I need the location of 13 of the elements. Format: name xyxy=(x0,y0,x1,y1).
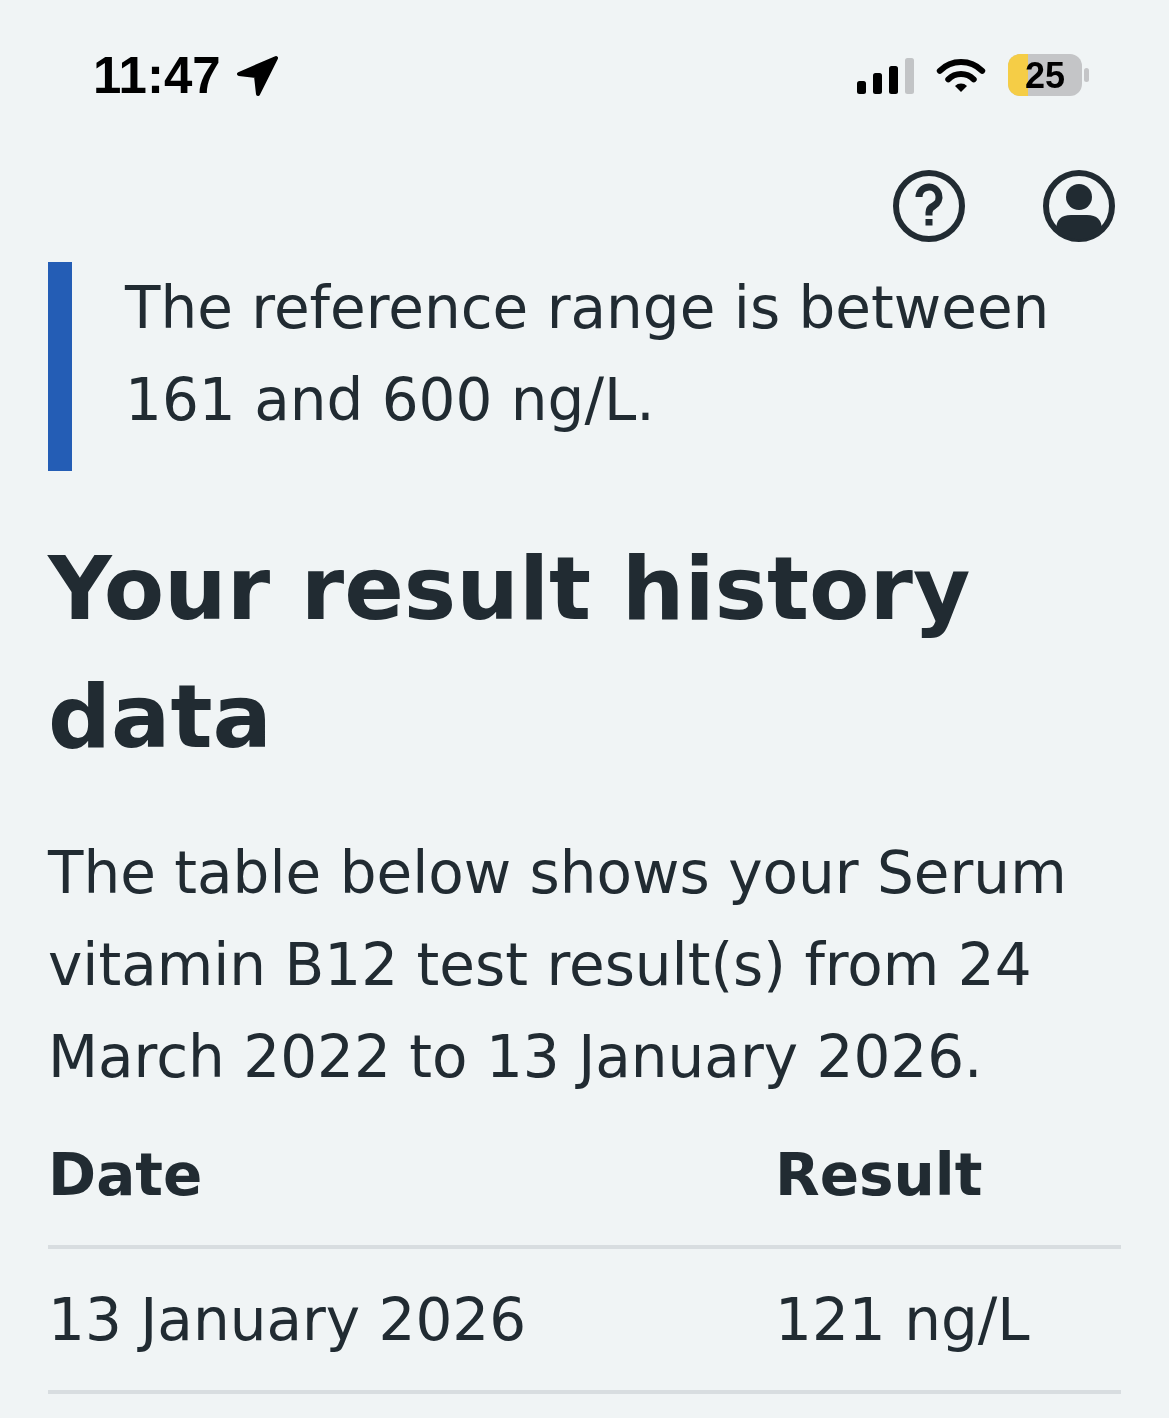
signal-icon xyxy=(857,56,914,94)
result-value: 121 ng/L xyxy=(775,1285,1031,1356)
date-column-header: Date xyxy=(48,1140,204,1211)
page-heading: Your result history data xyxy=(48,536,972,770)
result-column-header: Result xyxy=(775,1140,984,1211)
intro-text: The table below shows your Serum vitamin B12 test result(s) from 24 March 2022 to 13 January 2026. xyxy=(48,838,1068,1093)
reference-range-note: The reference range is between 161 and 600 ng/L. xyxy=(48,262,1121,471)
location-arrow-icon xyxy=(234,55,279,97)
account-icon[interactable] xyxy=(1042,169,1116,243)
wifi-icon xyxy=(936,56,986,94)
status-time: 11:47 xyxy=(93,49,221,101)
result-date: 13 January 2026 xyxy=(48,1285,528,1356)
help-icon[interactable] xyxy=(892,169,966,243)
